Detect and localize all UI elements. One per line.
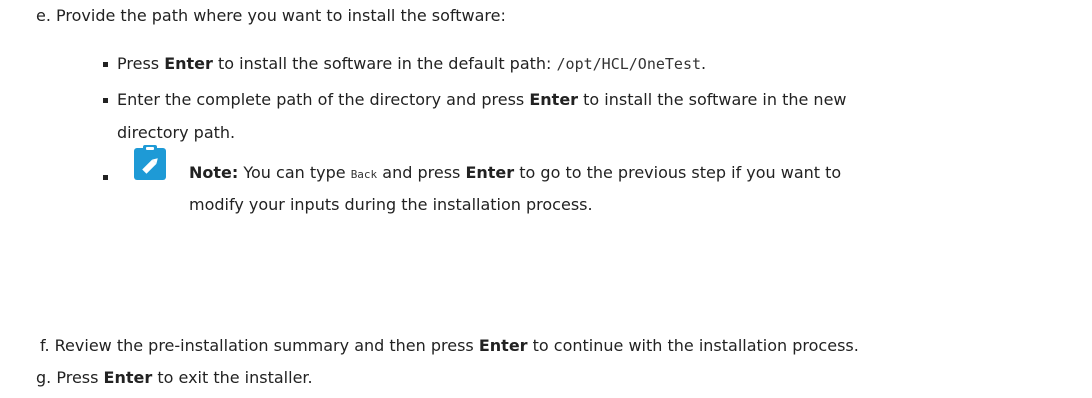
- bullet-marker: [103, 175, 108, 180]
- step-g: g. Press Enter to exit the installer.: [36, 368, 313, 387]
- note-label: Note:: [189, 163, 239, 182]
- back-code: Back: [350, 168, 378, 181]
- step-e-bullet-default-path: Press Enter to install the software in t…: [117, 54, 707, 73]
- step-f-marker: f.: [40, 336, 50, 355]
- note-text-cont: modify your inputs during the installati…: [189, 195, 593, 214]
- step-e-bullet-custom-path-cont: directory path.: [117, 123, 236, 142]
- step-e-bullet-custom-path: Enter the complete path of the directory…: [117, 90, 847, 109]
- step-g-marker: g.: [36, 368, 52, 387]
- pencil-note-icon: [133, 145, 169, 181]
- step-e-marker: e.: [36, 6, 51, 25]
- step-e: e. Provide the path where you want to in…: [36, 5, 506, 27]
- step-f: f. Review the pre-installation summary a…: [40, 336, 859, 355]
- step-e-text: Provide the path where you want to insta…: [56, 6, 506, 25]
- bullet-marker: [103, 62, 108, 67]
- bullet-marker: [103, 98, 108, 103]
- note-text: Note: You can type Back and press Enter …: [189, 163, 842, 182]
- default-path-code: /opt/HCL/OneTest: [556, 55, 702, 73]
